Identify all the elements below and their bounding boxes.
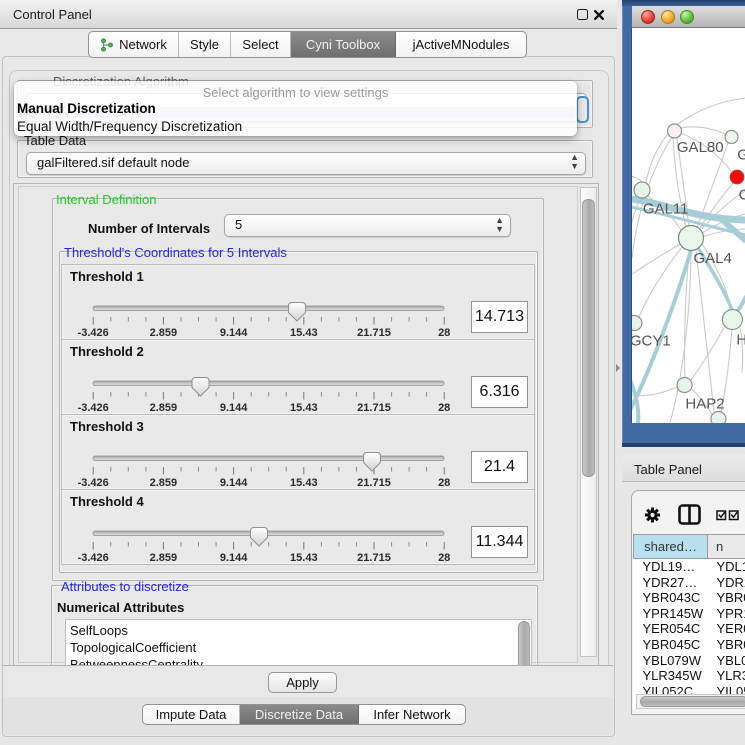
svg-text:28: 28 [438, 552, 450, 564]
svg-text:21.715: 21.715 [357, 402, 391, 414]
svg-text:-3.426: -3.426 [78, 477, 109, 489]
svg-text:15.43: 15.43 [290, 327, 318, 339]
svg-text:9.144: 9.144 [220, 402, 248, 414]
svg-text:21.715: 21.715 [357, 327, 391, 339]
svg-text:-3.426: -3.426 [78, 552, 109, 564]
svg-text:28: 28 [438, 402, 450, 414]
svg-text:GAL4: GAL4 [694, 250, 732, 267]
svg-text:2.859: 2.859 [150, 327, 178, 339]
svg-text:15.43: 15.43 [290, 477, 318, 489]
svg-text:GCY1: GCY1 [632, 333, 671, 350]
svg-text:GAL: GAL [737, 147, 745, 164]
svg-text:28: 28 [438, 477, 450, 489]
svg-text:9.144: 9.144 [220, 552, 248, 564]
svg-text:2.859: 2.859 [150, 477, 178, 489]
svg-text:GAL80: GAL80 [677, 139, 724, 156]
svg-text:HAP2: HAP2 [685, 396, 724, 413]
svg-text:28: 28 [438, 327, 450, 339]
svg-text:2.859: 2.859 [150, 402, 178, 414]
svg-text:15.43: 15.43 [290, 402, 318, 414]
svg-text:-3.426: -3.426 [78, 402, 109, 414]
svg-text:21.715: 21.715 [357, 552, 391, 564]
svg-text:9.144: 9.144 [220, 477, 248, 489]
svg-text:-3.426: -3.426 [78, 327, 109, 339]
svg-text:15.43: 15.43 [290, 552, 318, 564]
svg-text:GAL11: GAL11 [643, 201, 689, 218]
svg-text:21.715: 21.715 [357, 477, 391, 489]
svg-text:2.859: 2.859 [150, 552, 178, 564]
svg-text:CC: CC [739, 187, 745, 204]
svg-text:HIS: HIS [736, 332, 745, 349]
svg-text:9.144: 9.144 [220, 327, 248, 339]
